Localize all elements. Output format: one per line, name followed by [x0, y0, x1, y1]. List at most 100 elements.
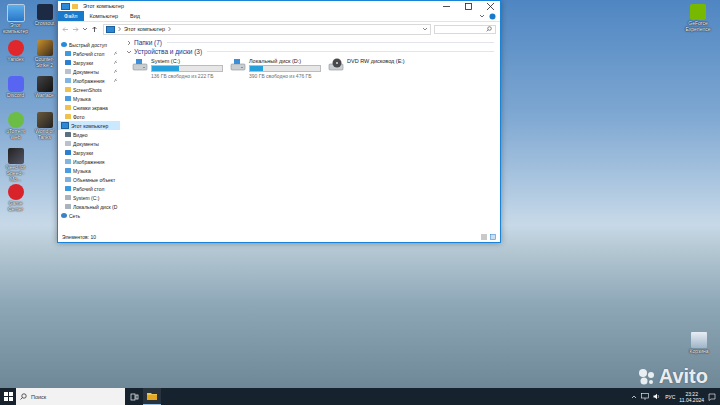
nav-item[interactable]: Объемные объект: [58, 175, 120, 184]
yandex-icon: [8, 40, 24, 56]
drive-tile[interactable]: DVD RW дисковод (E:): [328, 58, 420, 79]
desktop-icon[interactable]: Yandex: [2, 40, 29, 74]
desktop-icon: [65, 186, 71, 191]
computer-icon: [7, 4, 25, 22]
group: Папки (7): [126, 38, 494, 47]
nav-label: Объемные объект: [73, 177, 118, 183]
task-view-button[interactable]: [125, 388, 143, 405]
volume-icon[interactable]: [653, 393, 661, 400]
drive-list: System (C:)136 ГБ свободно из 222 ГБ Лока…: [126, 56, 494, 79]
folder-icon: [65, 105, 71, 110]
nav-item[interactable]: Изображения: [58, 157, 120, 166]
desktop-icon[interactable]: Need for Speed - Mo...: [2, 148, 29, 182]
nav-section[interactable]: Быстрый доступ: [58, 40, 120, 49]
search-icon: [486, 26, 492, 32]
nav-item[interactable]: Рабочий стол: [58, 49, 120, 58]
nfs-icon: [8, 148, 24, 164]
forward-arrow-icon[interactable]: [72, 26, 79, 33]
close-button[interactable]: [480, 1, 500, 11]
drive-info: System (C:)136 ГБ свободно из 222 ГБ: [151, 58, 223, 79]
screen: Этот компьютер YandexDiscorduTorrent Web N…: [0, 0, 720, 405]
expand-ribbon-icon[interactable]: [479, 13, 485, 19]
desktop-icon[interactable]: Game Center: [2, 184, 29, 218]
clock[interactable]: 23:2211.04.2024: [679, 391, 704, 403]
file-explorer-icon: [147, 392, 157, 400]
usage-bar: [151, 65, 223, 72]
desktop-icon[interactable]: uTorrent Web: [2, 112, 29, 146]
desktop-icon[interactable]: Crossout: [31, 4, 58, 38]
maximize-icon: [465, 3, 472, 10]
nav-section[interactable]: Сеть: [58, 211, 120, 220]
desktop-icon[interactable]: Этот компьютер: [2, 4, 29, 38]
nav-item[interactable]: Изображения: [58, 76, 120, 85]
nav-label: Быстрый доступ: [69, 42, 118, 48]
nav-item[interactable]: Фото: [58, 112, 120, 121]
docs-icon: [65, 141, 71, 146]
nav-item[interactable]: ScreenShots: [58, 85, 120, 94]
desktop-icon[interactable]: Warface: [31, 76, 58, 110]
desktop-icon[interactable]: GeForce Experience: [679, 4, 717, 38]
nav-section[interactable]: Этот компьютер: [58, 121, 120, 130]
desktop-icon[interactable]: Корзина: [684, 332, 714, 366]
drive-name: System (C:): [151, 58, 223, 64]
computer-icon: [106, 26, 115, 33]
taskbar-search[interactable]: Поиск: [16, 388, 125, 405]
maximize-button[interactable]: [458, 1, 478, 11]
search-field[interactable]: [434, 25, 496, 34]
desktop-icon-label: Этот компьютер: [2, 23, 29, 35]
nav-item[interactable]: System (C:): [58, 193, 120, 202]
nav-item[interactable]: Музыка: [58, 94, 120, 103]
taskbar-app[interactable]: [143, 388, 161, 405]
tiles-view-icon[interactable]: [490, 234, 496, 240]
tray-expand-icon[interactable]: [631, 394, 637, 400]
notifications-icon[interactable]: [708, 393, 716, 401]
usage-fill: [152, 66, 179, 71]
language-indicator[interactable]: РУС: [665, 394, 675, 400]
network-icon[interactable]: [641, 393, 649, 400]
ribbon-tab[interactable]: Файл: [58, 11, 84, 21]
nav-item[interactable]: Документы: [58, 139, 120, 148]
music-icon: [65, 168, 71, 173]
nav-item[interactable]: Снимки экрана: [58, 103, 120, 112]
group-header[interactable]: Устройства и диски (3): [126, 47, 494, 56]
search-placeholder: Поиск: [31, 394, 46, 400]
close-icon: [487, 3, 494, 10]
folder-icon: [72, 4, 78, 9]
back-arrow-icon[interactable]: [62, 26, 69, 33]
group: Устройства и диски (3)System (C:)136 ГБ …: [126, 47, 494, 79]
nav-item[interactable]: Рабочий стол: [58, 184, 120, 193]
desktop-icon[interactable]: Counter-Strike 2: [31, 40, 58, 74]
tanks-icon: [37, 112, 53, 128]
nav-item[interactable]: Загрузки: [58, 58, 120, 67]
ribbon-tab[interactable]: Вид: [124, 11, 146, 21]
address-bar[interactable]: Этот компьютер: [103, 24, 431, 35]
nav-item[interactable]: Видео: [58, 130, 120, 139]
drive-tile[interactable]: System (C:)136 ГБ свободно из 222 ГБ: [132, 58, 224, 79]
start-button[interactable]: [0, 388, 16, 405]
dropdown-icon[interactable]: [422, 26, 428, 32]
recent-icon[interactable]: [82, 26, 88, 32]
up-arrow-icon[interactable]: [91, 26, 98, 33]
desktop-icon-label: GeForce Experience: [679, 21, 717, 33]
nav-label: Локальный диск (D: [73, 204, 118, 210]
ribbon-tab[interactable]: Компьютер: [84, 11, 124, 21]
dvd-drive-icon: [328, 58, 344, 72]
nav-item[interactable]: Музыка: [58, 166, 120, 175]
nav-item[interactable]: Локальный диск (D: [58, 202, 120, 211]
drive-tile[interactable]: Локальный диск (D:)390 ГБ свободно из 47…: [230, 58, 322, 79]
help-icon[interactable]: [489, 13, 496, 20]
minimize-button[interactable]: [436, 1, 456, 11]
recycle-bin-icon: [691, 332, 707, 348]
nav-item[interactable]: Документы: [58, 67, 120, 76]
download-icon: [65, 60, 71, 65]
nav-label: Музыка: [73, 96, 118, 102]
desktop-icon-label: Need for Speed - Mo...: [2, 165, 29, 182]
group-header[interactable]: Папки (7): [126, 38, 494, 47]
video-icon: [65, 132, 71, 137]
desktop-icon[interactable]: World of Tanks: [31, 112, 58, 146]
content-pane: Папки (7)Устройства и диски (3)System (C…: [120, 36, 500, 231]
details-view-icon[interactable]: [481, 234, 487, 240]
desktop-icon[interactable]: Discord: [2, 76, 29, 110]
folder-icon: [65, 87, 71, 92]
nav-item[interactable]: Загрузки: [58, 148, 120, 157]
